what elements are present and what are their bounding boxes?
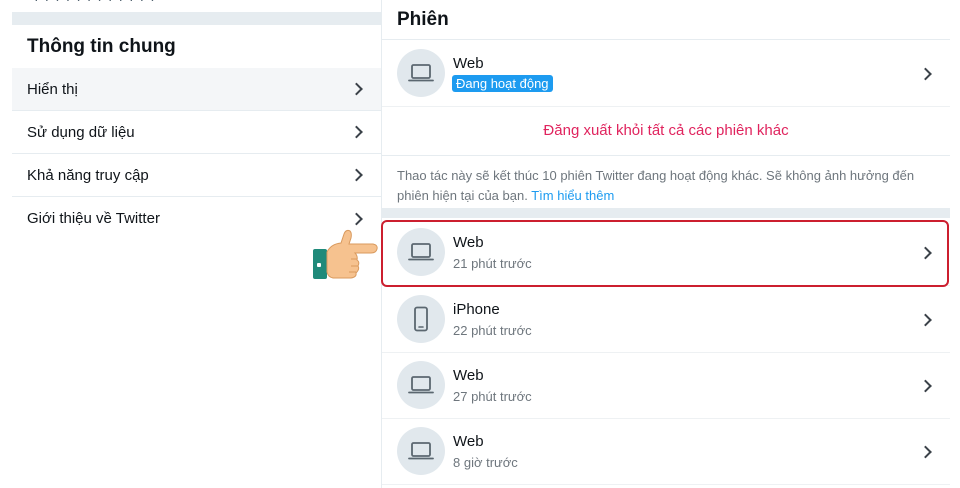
session-time: 21 phút trước (453, 256, 532, 271)
section-separator (382, 208, 950, 218)
laptop-icon (397, 427, 445, 475)
nav-item-accessibility[interactable]: Khả năng truy cập (12, 154, 381, 197)
nav-item-data-usage[interactable]: Sử dụng dữ liệu (12, 111, 381, 154)
session-time: 22 phút trước (453, 323, 532, 338)
active-status-badge: Đang hoạt động (452, 75, 553, 92)
phone-icon (397, 295, 445, 343)
nav-item-label: Giới thiệu về Twitter (27, 210, 160, 227)
session-time: 8 giờ trước (453, 455, 518, 470)
session-device-name: Web (453, 55, 484, 72)
sessions-notice: Thao tác này sẽ kết thúc 10 phiên Twitte… (397, 166, 942, 206)
chevron-right-icon (350, 82, 363, 96)
section-title: Thông tin chung (27, 36, 176, 57)
nav-item-label: Khả năng truy cập (27, 166, 149, 184)
session-row[interactable]: Web 8 giờ trước (382, 419, 950, 485)
current-session-row[interactable]: Web Đang hoạt động (382, 41, 950, 107)
logout-all-sessions-button[interactable]: Đăng xuất khỏi tất cả các phiên khác (382, 106, 950, 156)
session-row[interactable]: Web 27 phút trước (382, 353, 950, 419)
chevron-right-icon (919, 67, 932, 80)
nav-item-display[interactable]: Hiển thị (12, 68, 381, 111)
session-device-name: Web (453, 433, 484, 450)
notice-text: Thao tác này sẽ kết thúc 10 phiên Twitte… (397, 168, 915, 203)
laptop-icon (397, 49, 445, 97)
chevron-right-icon (350, 125, 363, 139)
nav-item-label: Sử dụng dữ liệu (27, 123, 135, 141)
nav-item-label: Hiển thị (27, 80, 78, 98)
sessions-panel: Phiên Web Đang hoạt động Đăng xuất khỏi … (382, 0, 950, 488)
panel-header: Phiên (382, 0, 950, 40)
session-row[interactable]: iPhone 22 phút trước (382, 287, 950, 353)
section-separator (12, 12, 381, 25)
session-row[interactable]: Web 21 phút trước (382, 220, 950, 286)
chevron-right-icon (919, 246, 932, 259)
session-device-name: Web (453, 367, 484, 384)
chevron-right-icon (919, 379, 932, 392)
chevron-right-icon (350, 168, 363, 182)
laptop-icon (397, 228, 445, 276)
pointing-hand-icon (311, 226, 381, 286)
chevron-right-icon (919, 445, 932, 458)
laptop-icon (397, 361, 445, 409)
chevron-right-icon (350, 212, 363, 225)
logout-all-label: Đăng xuất khỏi tất cả các phiên khác (543, 122, 789, 139)
session-device-name: Web (453, 234, 484, 251)
session-device-name: iPhone (453, 301, 500, 318)
chevron-right-icon (919, 313, 932, 326)
session-time: 27 phút trước (453, 389, 532, 404)
learn-more-link[interactable]: Tìm hiểu thêm (531, 188, 614, 203)
cut-off-text: · · · · · · · · · · · · (34, 0, 156, 7)
page-title: Phiên (397, 9, 449, 30)
